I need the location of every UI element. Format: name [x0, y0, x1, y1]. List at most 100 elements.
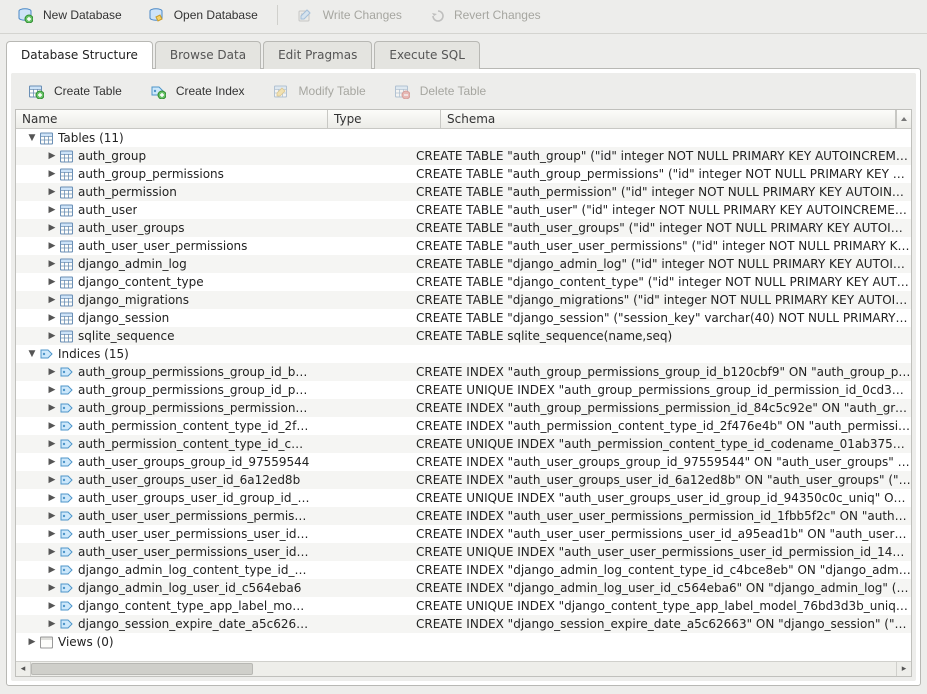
scroll-up-icon[interactable] — [896, 110, 911, 128]
chevron-down-icon[interactable]: ▼ — [26, 349, 38, 359]
index-icon — [58, 419, 74, 433]
chevron-right-icon[interactable]: ▶ — [46, 205, 58, 215]
chevron-right-icon[interactable]: ▶ — [46, 277, 58, 287]
item-name: auth_group_permissions — [78, 167, 224, 181]
scroll-left-icon[interactable]: ◂ — [16, 662, 31, 676]
tree-header: Name Type Schema — [16, 110, 911, 129]
tree-item-row[interactable]: ▶ auth_user_user_permissions CREATE TABL… — [16, 237, 911, 255]
tree-item-row[interactable]: ▶ auth_user_groups_group_id_97559544 CRE… — [16, 453, 911, 471]
chevron-right-icon[interactable]: ▶ — [46, 511, 58, 521]
chevron-right-icon[interactable]: ▶ — [46, 151, 58, 161]
chevron-right-icon[interactable]: ▶ — [46, 223, 58, 233]
scroll-right-icon[interactable]: ▸ — [896, 662, 911, 676]
tree-item-row[interactable]: ▶ auth_user_groups_user_id_6a12ed8b CREA… — [16, 471, 911, 489]
column-header-schema[interactable]: Schema — [441, 110, 896, 128]
structure-tree: Name Type Schema ▼ Tables (11) ▶ — [15, 109, 912, 677]
item-name: django_admin_log_content_type_id_… — [78, 563, 306, 577]
create-index-button[interactable]: Create Index — [139, 79, 256, 103]
tab-browse-data[interactable]: Browse Data — [155, 41, 261, 69]
create-table-button[interactable]: Create Table — [17, 79, 133, 103]
tree-item-row[interactable]: ▶ auth_user_groups_user_id_group_id_… CR… — [16, 489, 911, 507]
index-icon — [58, 437, 74, 451]
item-name: auth_user_groups_group_id_97559544 — [78, 455, 309, 469]
tree-item-row[interactable]: ▶ auth_group CREATE TABLE "auth_group" (… — [16, 147, 911, 165]
tree-item-row[interactable]: ▶ django_migrations CREATE TABLE "django… — [16, 291, 911, 309]
chevron-right-icon[interactable]: ▶ — [46, 547, 58, 557]
horizontal-scrollbar[interactable]: ◂ ▸ — [16, 661, 911, 676]
tree-item-row[interactable]: ▶ auth_user CREATE TABLE "auth_user" ("i… — [16, 201, 911, 219]
chevron-right-icon[interactable]: ▶ — [46, 529, 58, 539]
chevron-right-icon[interactable]: ▶ — [46, 295, 58, 305]
chevron-right-icon[interactable]: ▶ — [46, 421, 58, 431]
structure-toolbar: Create Table Create Index Modify Table D… — [11, 73, 916, 109]
tree-item-row[interactable]: ▶ sqlite_sequence CREATE TABLE sqlite_se… — [16, 327, 911, 345]
item-schema: CREATE INDEX "django_admin_log_content_t… — [416, 563, 911, 577]
chevron-right-icon[interactable]: ▶ — [46, 619, 58, 629]
tree-item-row[interactable]: ▶ auth_group_permissions_permission… CRE… — [16, 399, 911, 417]
table-icon — [58, 311, 74, 325]
scrollbar-track[interactable] — [31, 662, 896, 676]
chevron-right-icon[interactable]: ▶ — [46, 475, 58, 485]
chevron-right-icon[interactable]: ▶ — [46, 259, 58, 269]
tree-item-row[interactable]: ▶ auth_user_user_permissions_user_id… CR… — [16, 525, 911, 543]
item-name: auth_permission_content_type_id_2f… — [78, 419, 308, 433]
tree-item-row[interactable]: ▶ django_session_expire_date_a5c626… CRE… — [16, 615, 911, 633]
column-header-name[interactable]: Name — [16, 110, 328, 128]
tree-item-row[interactable]: ▶ auth_group_permissions_group_id_b… CRE… — [16, 363, 911, 381]
item-name: django_admin_log_user_id_c564eba6 — [78, 581, 301, 595]
tree-group-row[interactable]: ▶ Views (0) — [16, 633, 911, 651]
tree-item-row[interactable]: ▶ django_admin_log_content_type_id_… CRE… — [16, 561, 911, 579]
chevron-right-icon[interactable]: ▶ — [46, 493, 58, 503]
modify-table-button: Modify Table — [262, 79, 377, 103]
open-database-button[interactable]: Open Database — [137, 3, 269, 27]
tree-group-row[interactable]: ▼ Tables (11) — [16, 129, 911, 147]
chevron-right-icon[interactable]: ▶ — [46, 403, 58, 413]
column-header-type[interactable]: Type — [328, 110, 441, 128]
chevron-right-icon[interactable]: ▶ — [46, 367, 58, 377]
tree-group-row[interactable]: ▼ Indices (15) — [16, 345, 911, 363]
tree-item-row[interactable]: ▶ auth_group_permissions_group_id_p… CRE… — [16, 381, 911, 399]
chevron-right-icon[interactable]: ▶ — [46, 313, 58, 323]
item-name: django_content_type_app_label_mo… — [78, 599, 304, 613]
item-schema: CREATE UNIQUE INDEX "auth_permission_con… — [416, 437, 911, 451]
index-icon — [58, 455, 74, 469]
tree-item-row[interactable]: ▶ auth_permission CREATE TABLE "auth_per… — [16, 183, 911, 201]
table-icon — [58, 275, 74, 289]
chevron-right-icon[interactable]: ▶ — [46, 583, 58, 593]
new-database-button[interactable]: New Database — [6, 3, 133, 27]
tree-item-row[interactable]: ▶ auth_user_user_permissions_permis… CRE… — [16, 507, 911, 525]
tree-item-row[interactable]: ▶ django_admin_log_user_id_c564eba6 CREA… — [16, 579, 911, 597]
index-icon — [58, 491, 74, 505]
chevron-right-icon[interactable]: ▶ — [46, 169, 58, 179]
chevron-right-icon[interactable]: ▶ — [46, 385, 58, 395]
tree-item-row[interactable]: ▶ auth_user_groups CREATE TABLE "auth_us… — [16, 219, 911, 237]
tree-item-row[interactable]: ▶ auth_user_user_permissions_user_id… CR… — [16, 543, 911, 561]
chevron-right-icon[interactable]: ▶ — [46, 331, 58, 341]
tree-item-row[interactable]: ▶ auth_group_permissions CREATE TABLE "a… — [16, 165, 911, 183]
chevron-right-icon[interactable]: ▶ — [26, 637, 38, 647]
chevron-right-icon[interactable]: ▶ — [46, 241, 58, 251]
write-changes-button: Write Changes — [286, 3, 413, 27]
chevron-right-icon[interactable]: ▶ — [46, 439, 58, 449]
tree-item-row[interactable]: ▶ django_content_type CREATE TABLE "djan… — [16, 273, 911, 291]
chevron-right-icon[interactable]: ▶ — [46, 601, 58, 611]
item-name: auth_user_user_permissions — [78, 239, 247, 253]
tree-item-row[interactable]: ▶ django_admin_log CREATE TABLE "django_… — [16, 255, 911, 273]
item-schema: CREATE INDEX "auth_user_groups_group_id_… — [416, 455, 911, 469]
scrollbar-thumb[interactable] — [31, 663, 253, 675]
tab-edit-pragmas[interactable]: Edit Pragmas — [263, 41, 372, 69]
chevron-right-icon[interactable]: ▶ — [46, 457, 58, 467]
tree-item-row[interactable]: ▶ django_content_type_app_label_mo… CREA… — [16, 597, 911, 615]
tab-database-structure[interactable]: Database Structure — [6, 41, 153, 69]
tree-item-row[interactable]: ▶ django_session CREATE TABLE "django_se… — [16, 309, 911, 327]
chevron-down-icon[interactable]: ▼ — [26, 133, 38, 143]
chevron-right-icon[interactable]: ▶ — [46, 565, 58, 575]
tree-item-row[interactable]: ▶ auth_permission_content_type_id_c… CRE… — [16, 435, 911, 453]
item-schema: CREATE INDEX "auth_user_user_permissions… — [416, 527, 911, 541]
chevron-right-icon[interactable]: ▶ — [46, 187, 58, 197]
tree-item-row[interactable]: ▶ auth_permission_content_type_id_2f… CR… — [16, 417, 911, 435]
item-name: auth_permission — [78, 185, 177, 199]
toolbar-separator — [277, 5, 278, 25]
tab-execute-sql[interactable]: Execute SQL — [374, 41, 480, 69]
item-schema: CREATE TABLE "auth_user_groups" ("id" in… — [416, 221, 911, 235]
